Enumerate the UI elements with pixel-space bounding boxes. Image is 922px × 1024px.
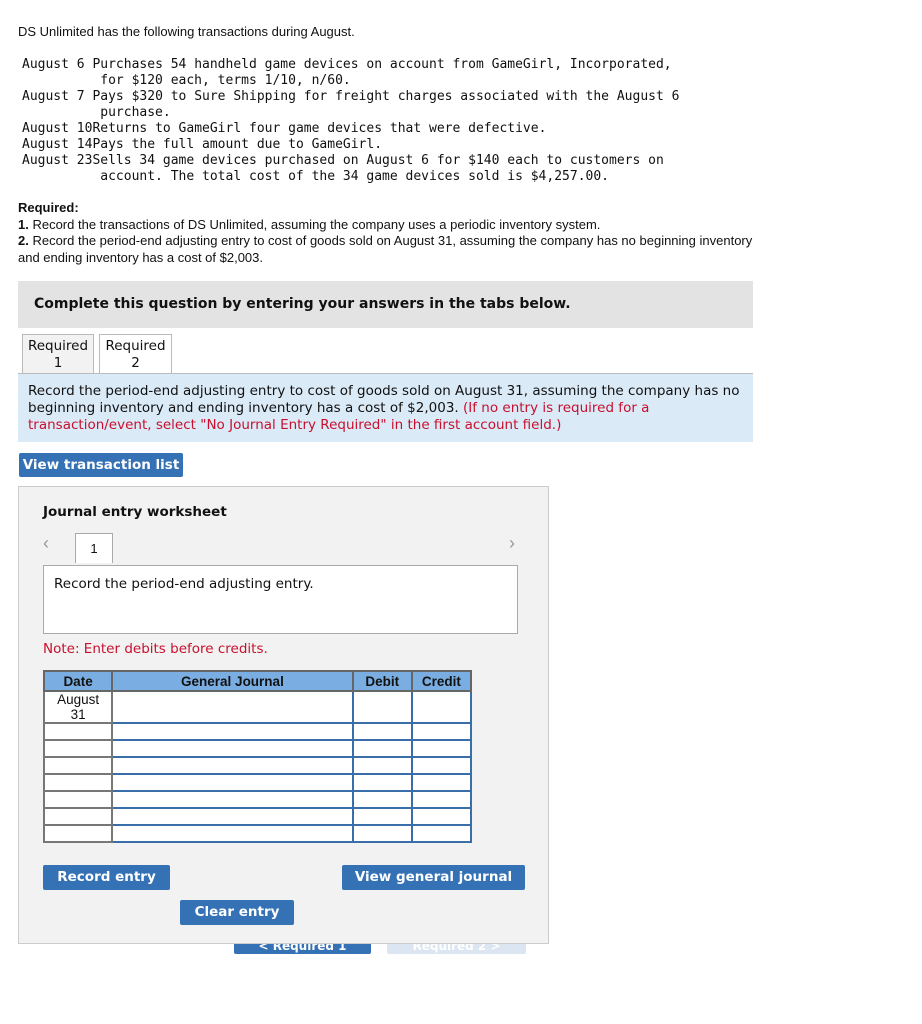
debit-input[interactable] (351, 790, 413, 809)
journal-row (42, 824, 473, 843)
tab-label: 2 (131, 355, 140, 371)
date-cell (42, 824, 114, 843)
journal-entry-worksheet: Journal entry worksheet ‹ 1 › Record the… (18, 486, 549, 944)
transaction-item: August 14Pays the full amount due to Gam… (22, 137, 679, 153)
clear-entry-button[interactable]: Clear entry (180, 900, 294, 925)
required-item-2: Record the period-end adjusting entry to… (18, 233, 753, 265)
account-input[interactable] (111, 722, 354, 741)
credit-input[interactable] (410, 722, 473, 741)
intro-text: DS Unlimited has the following transacti… (18, 24, 355, 39)
transaction-item: August 10Returns to GameGirl four game d… (22, 121, 679, 137)
tab-label: Required (105, 338, 166, 354)
debit-input[interactable] (351, 722, 413, 741)
journal-row (42, 722, 473, 741)
date-cell (42, 773, 114, 792)
credit-input[interactable] (410, 690, 473, 724)
transaction-text: Returns to GameGirl four game devices th… (92, 121, 547, 136)
view-transaction-list-button[interactable]: View transaction list (19, 453, 183, 477)
credit-input[interactable] (410, 824, 473, 843)
debit-input[interactable] (351, 690, 413, 724)
debit-input[interactable] (351, 756, 413, 775)
credit-input[interactable] (410, 739, 473, 758)
date-cell (42, 722, 114, 741)
date-cell (42, 756, 114, 775)
date-cell (42, 739, 114, 758)
transaction-text: Pays the full amount due to GameGirl. (92, 137, 383, 152)
col-debit: Debit (351, 670, 413, 692)
tab-required-1[interactable]: Required 1 (22, 334, 94, 373)
tab-label: 1 (53, 355, 63, 371)
transaction-date: August 14 (22, 137, 93, 152)
col-credit: Credit (410, 670, 473, 692)
transaction-item: August 6 Purchases 54 handheld game devi… (22, 57, 679, 89)
debit-input[interactable] (351, 773, 413, 792)
entry-page-tab[interactable]: 1 (75, 533, 113, 563)
account-input[interactable] (111, 824, 354, 843)
worksheet-title: Journal entry worksheet (43, 504, 227, 520)
transaction-text: Sells 34 game devices purchased on Augus… (92, 153, 664, 184)
date-cell (42, 790, 114, 809)
account-input[interactable] (111, 739, 354, 758)
view-general-journal-button[interactable]: View general journal (342, 865, 525, 890)
tab-required-2[interactable]: Required 2 (99, 334, 172, 374)
required-section: Required: 1. Record the transactions of … (18, 200, 768, 266)
transaction-item: August 7 Pays $320 to Sure Shipping for … (22, 89, 679, 121)
debit-input[interactable] (351, 739, 413, 758)
transaction-date: August 10 (22, 121, 93, 136)
col-general-journal: General Journal (111, 670, 354, 692)
journal-row (42, 790, 473, 809)
credit-input[interactable] (410, 773, 473, 792)
journal-row (42, 773, 473, 792)
date-cell (42, 807, 114, 826)
instructions-banner: Complete this question by entering your … (18, 281, 753, 328)
item-number: 2. (18, 233, 29, 248)
record-entry-button[interactable]: Record entry (43, 865, 170, 890)
entry-prompt: Record the period-end adjusting entry. (43, 565, 518, 634)
account-input[interactable] (111, 790, 354, 809)
col-date: Date (42, 670, 114, 692)
journal-table: Date General Journal Debit Credit August… (42, 670, 473, 843)
transaction-text: Purchases 54 handheld game devices on ac… (92, 57, 672, 88)
journal-row (42, 739, 473, 758)
credit-input[interactable] (410, 807, 473, 826)
item-number: 1. (18, 216, 29, 232)
account-input[interactable] (111, 756, 354, 775)
tab-instruction: Record the period-end adjusting entry to… (18, 373, 753, 442)
transaction-date: August 23 (22, 153, 93, 168)
account-input[interactable] (111, 807, 354, 826)
account-input[interactable] (111, 773, 354, 792)
transaction-date: August 7 (22, 89, 93, 104)
account-input[interactable] (111, 690, 354, 724)
required-item-1: Record the transactions of DS Unlimited,… (28, 216, 601, 232)
note-text: Note: Enter debits before credits. (43, 641, 268, 657)
credit-input[interactable] (410, 790, 473, 809)
transaction-date: August 6 (22, 57, 93, 72)
transaction-item: August 23Sells 34 game devices purchased… (22, 153, 679, 185)
required-title: Required: (18, 200, 79, 215)
tab-label: Required (27, 338, 89, 354)
transaction-text: Pays $320 to Sure Shipping for freight c… (92, 89, 680, 120)
debit-input[interactable] (351, 807, 413, 826)
credit-input[interactable] (410, 756, 473, 775)
chevron-left-icon[interactable]: ‹ (43, 533, 49, 554)
journal-row: August 31 (42, 690, 473, 724)
journal-row (42, 756, 473, 775)
debit-input[interactable] (351, 824, 413, 843)
journal-row (42, 807, 473, 826)
date-cell: August 31 (42, 690, 114, 724)
chevron-right-icon[interactable]: › (509, 533, 515, 554)
transaction-list: August 6 Purchases 54 handheld game devi… (22, 57, 679, 185)
